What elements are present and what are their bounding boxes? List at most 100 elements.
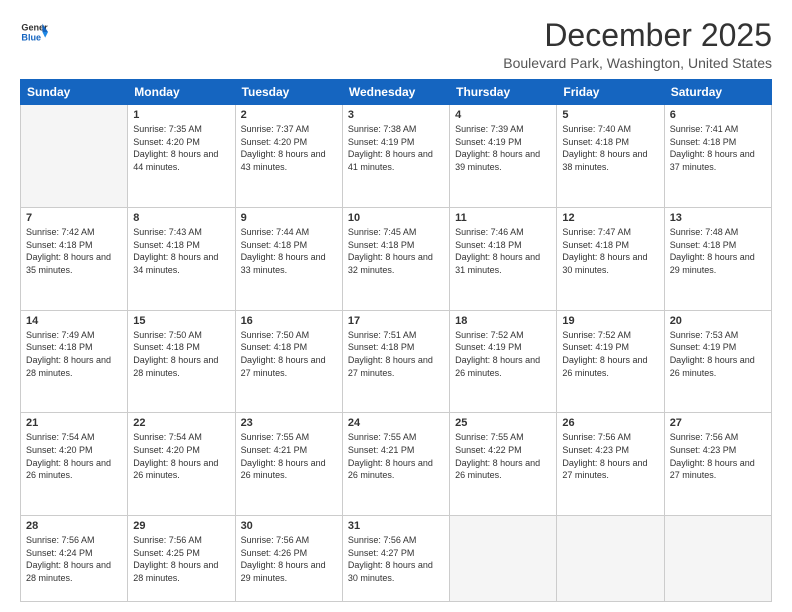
day-info: Sunrise: 7:56 AMSunset: 4:27 PMDaylight:… xyxy=(348,534,444,584)
day-number: 9 xyxy=(241,212,337,224)
calendar-cell: 3Sunrise: 7:38 AMSunset: 4:19 PMDaylight… xyxy=(342,105,449,208)
calendar-cell: 27Sunrise: 7:56 AMSunset: 4:23 PMDayligh… xyxy=(664,413,771,516)
day-number: 28 xyxy=(26,520,122,532)
calendar-cell: 19Sunrise: 7:52 AMSunset: 4:19 PMDayligh… xyxy=(557,310,664,413)
calendar-table: SundayMondayTuesdayWednesdayThursdayFrid… xyxy=(20,79,772,602)
calendar-cell: 10Sunrise: 7:45 AMSunset: 4:18 PMDayligh… xyxy=(342,207,449,310)
calendar-cell: 14 Sunrise: 7:49 AMSunset: 4:18 PMDayligh… xyxy=(21,310,128,413)
day-header-sunday: Sunday xyxy=(21,80,128,105)
day-number: 4 xyxy=(455,109,551,121)
day-info: Sunrise: 7:39 AMSunset: 4:19 PMDaylight:… xyxy=(455,123,551,173)
day-number: 3 xyxy=(348,109,444,121)
svg-text:Blue: Blue xyxy=(21,32,41,42)
day-number: 11 xyxy=(455,212,551,224)
calendar-cell: 17 Sunrise: 7:51 AMSunset: 4:18 PMDayligh… xyxy=(342,310,449,413)
day-number: 22 xyxy=(133,417,229,429)
day-info: Sunrise: 7:55 AMSunset: 4:21 PMDaylight:… xyxy=(241,431,337,481)
logo-icon: General Blue xyxy=(20,18,48,46)
day-info: Sunrise: 7:52 AMSunset: 4:19 PMDaylight:… xyxy=(562,329,658,379)
month-title: December 2025 xyxy=(503,18,772,53)
calendar-week-3: 14 Sunrise: 7:49 AMSunset: 4:18 PMDayligh… xyxy=(21,310,772,413)
calendar-cell: 24 Sunrise: 7:55 AMSunset: 4:21 PMDayligh… xyxy=(342,413,449,516)
day-info: Sunrise: 7:50 AMSunset: 4:18 PMDaylight:… xyxy=(133,329,229,379)
day-info: Sunrise: 7:56 AMSunset: 4:25 PMDaylight:… xyxy=(133,534,229,584)
day-info: Sunrise: 7:50 AMSunset: 4:18 PMDaylight:… xyxy=(241,329,337,379)
day-header-thursday: Thursday xyxy=(450,80,557,105)
day-info: Sunrise: 7:52 AMSunset: 4:19 PMDaylight:… xyxy=(455,329,551,379)
day-number: 12 xyxy=(562,212,658,224)
calendar-cell: 9 Sunrise: 7:44 AMSunset: 4:18 PMDaylight… xyxy=(235,207,342,310)
day-info: Sunrise: 7:51 AMSunset: 4:18 PMDaylight:… xyxy=(348,329,444,379)
days-header-row: SundayMondayTuesdayWednesdayThursdayFrid… xyxy=(21,80,772,105)
day-header-friday: Friday xyxy=(557,80,664,105)
day-info: Sunrise: 7:37 AMSunset: 4:20 PMDaylight:… xyxy=(241,123,337,173)
calendar-cell: 23Sunrise: 7:55 AMSunset: 4:21 PMDayligh… xyxy=(235,413,342,516)
day-info: Sunrise: 7:35 AMSunset: 4:20 PMDaylight:… xyxy=(133,123,229,173)
day-info: Sunrise: 7:53 AMSunset: 4:19 PMDaylight:… xyxy=(670,329,766,379)
day-header-monday: Monday xyxy=(128,80,235,105)
calendar-cell: 25 Sunrise: 7:55 AMSunset: 4:22 PMDayligh… xyxy=(450,413,557,516)
calendar-cell: 4 Sunrise: 7:39 AMSunset: 4:19 PMDaylight… xyxy=(450,105,557,208)
calendar-week-1: 1Sunrise: 7:35 AMSunset: 4:20 PMDaylight… xyxy=(21,105,772,208)
day-info: Sunrise: 7:41 AMSunset: 4:18 PMDaylight:… xyxy=(670,123,766,173)
title-block: December 2025 Boulevard Park, Washington… xyxy=(503,18,772,71)
calendar-cell: 8 Sunrise: 7:43 AMSunset: 4:18 PMDaylight… xyxy=(128,207,235,310)
calendar-cell: 18 Sunrise: 7:52 AMSunset: 4:19 PMDayligh… xyxy=(450,310,557,413)
page-header: General Blue December 2025 Boulevard Par… xyxy=(20,18,772,71)
calendar-cell: 20 Sunrise: 7:53 AMSunset: 4:19 PMDayligh… xyxy=(664,310,771,413)
day-info: Sunrise: 7:49 AMSunset: 4:18 PMDaylight:… xyxy=(26,329,122,379)
day-info: Sunrise: 7:43 AMSunset: 4:18 PMDaylight:… xyxy=(133,226,229,276)
day-header-wednesday: Wednesday xyxy=(342,80,449,105)
calendar-cell: 29 Sunrise: 7:56 AMSunset: 4:25 PMDayligh… xyxy=(128,516,235,602)
day-number: 10 xyxy=(348,212,444,224)
logo: General Blue xyxy=(20,18,48,46)
day-number: 29 xyxy=(133,520,229,532)
day-info: Sunrise: 7:56 AMSunset: 4:24 PMDaylight:… xyxy=(26,534,122,584)
day-info: Sunrise: 7:56 AMSunset: 4:26 PMDaylight:… xyxy=(241,534,337,584)
day-number: 8 xyxy=(133,212,229,224)
day-info: Sunrise: 7:56 AMSunset: 4:23 PMDaylight:… xyxy=(562,431,658,481)
day-number: 17 xyxy=(348,315,444,327)
day-number: 16 xyxy=(241,315,337,327)
calendar-cell: 30Sunrise: 7:56 AMSunset: 4:26 PMDayligh… xyxy=(235,516,342,602)
calendar-cell xyxy=(557,516,664,602)
day-info: Sunrise: 7:46 AMSunset: 4:18 PMDaylight:… xyxy=(455,226,551,276)
day-number: 2 xyxy=(241,109,337,121)
day-number: 24 xyxy=(348,417,444,429)
day-number: 6 xyxy=(670,109,766,121)
calendar-cell: 12 Sunrise: 7:47 AMSunset: 4:18 PMDayligh… xyxy=(557,207,664,310)
day-header-tuesday: Tuesday xyxy=(235,80,342,105)
calendar-cell: 6 Sunrise: 7:41 AMSunset: 4:18 PMDaylight… xyxy=(664,105,771,208)
calendar-cell: 7Sunrise: 7:42 AMSunset: 4:18 PMDaylight… xyxy=(21,207,128,310)
calendar-cell xyxy=(450,516,557,602)
day-info: Sunrise: 7:54 AMSunset: 4:20 PMDaylight:… xyxy=(133,431,229,481)
calendar-cell: 13Sunrise: 7:48 AMSunset: 4:18 PMDayligh… xyxy=(664,207,771,310)
calendar-cell: 22 Sunrise: 7:54 AMSunset: 4:20 PMDayligh… xyxy=(128,413,235,516)
day-number: 20 xyxy=(670,315,766,327)
calendar-cell xyxy=(21,105,128,208)
calendar-cell: 1Sunrise: 7:35 AMSunset: 4:20 PMDaylight… xyxy=(128,105,235,208)
day-number: 25 xyxy=(455,417,551,429)
day-number: 13 xyxy=(670,212,766,224)
day-info: Sunrise: 7:55 AMSunset: 4:22 PMDaylight:… xyxy=(455,431,551,481)
day-number: 15 xyxy=(133,315,229,327)
calendar-cell: 16 Sunrise: 7:50 AMSunset: 4:18 PMDayligh… xyxy=(235,310,342,413)
day-info: Sunrise: 7:40 AMSunset: 4:18 PMDaylight:… xyxy=(562,123,658,173)
day-number: 18 xyxy=(455,315,551,327)
day-info: Sunrise: 7:55 AMSunset: 4:21 PMDaylight:… xyxy=(348,431,444,481)
calendar-cell: 5Sunrise: 7:40 AMSunset: 4:18 PMDaylight… xyxy=(557,105,664,208)
day-number: 14 xyxy=(26,315,122,327)
calendar-cell: 11 Sunrise: 7:46 AMSunset: 4:18 PMDayligh… xyxy=(450,207,557,310)
day-number: 31 xyxy=(348,520,444,532)
calendar-week-4: 21 Sunrise: 7:54 AMSunset: 4:20 PMDayligh… xyxy=(21,413,772,516)
calendar-cell: 31 Sunrise: 7:56 AMSunset: 4:27 PMDayligh… xyxy=(342,516,449,602)
day-number: 21 xyxy=(26,417,122,429)
day-number: 7 xyxy=(26,212,122,224)
day-info: Sunrise: 7:44 AMSunset: 4:18 PMDaylight:… xyxy=(241,226,337,276)
calendar-cell: 28 Sunrise: 7:56 AMSunset: 4:24 PMDayligh… xyxy=(21,516,128,602)
day-header-saturday: Saturday xyxy=(664,80,771,105)
calendar-week-2: 7Sunrise: 7:42 AMSunset: 4:18 PMDaylight… xyxy=(21,207,772,310)
calendar-cell: 21Sunrise: 7:54 AMSunset: 4:20 PMDayligh… xyxy=(21,413,128,516)
calendar-cell: 15 Sunrise: 7:50 AMSunset: 4:18 PMDayligh… xyxy=(128,310,235,413)
day-info: Sunrise: 7:47 AMSunset: 4:18 PMDaylight:… xyxy=(562,226,658,276)
